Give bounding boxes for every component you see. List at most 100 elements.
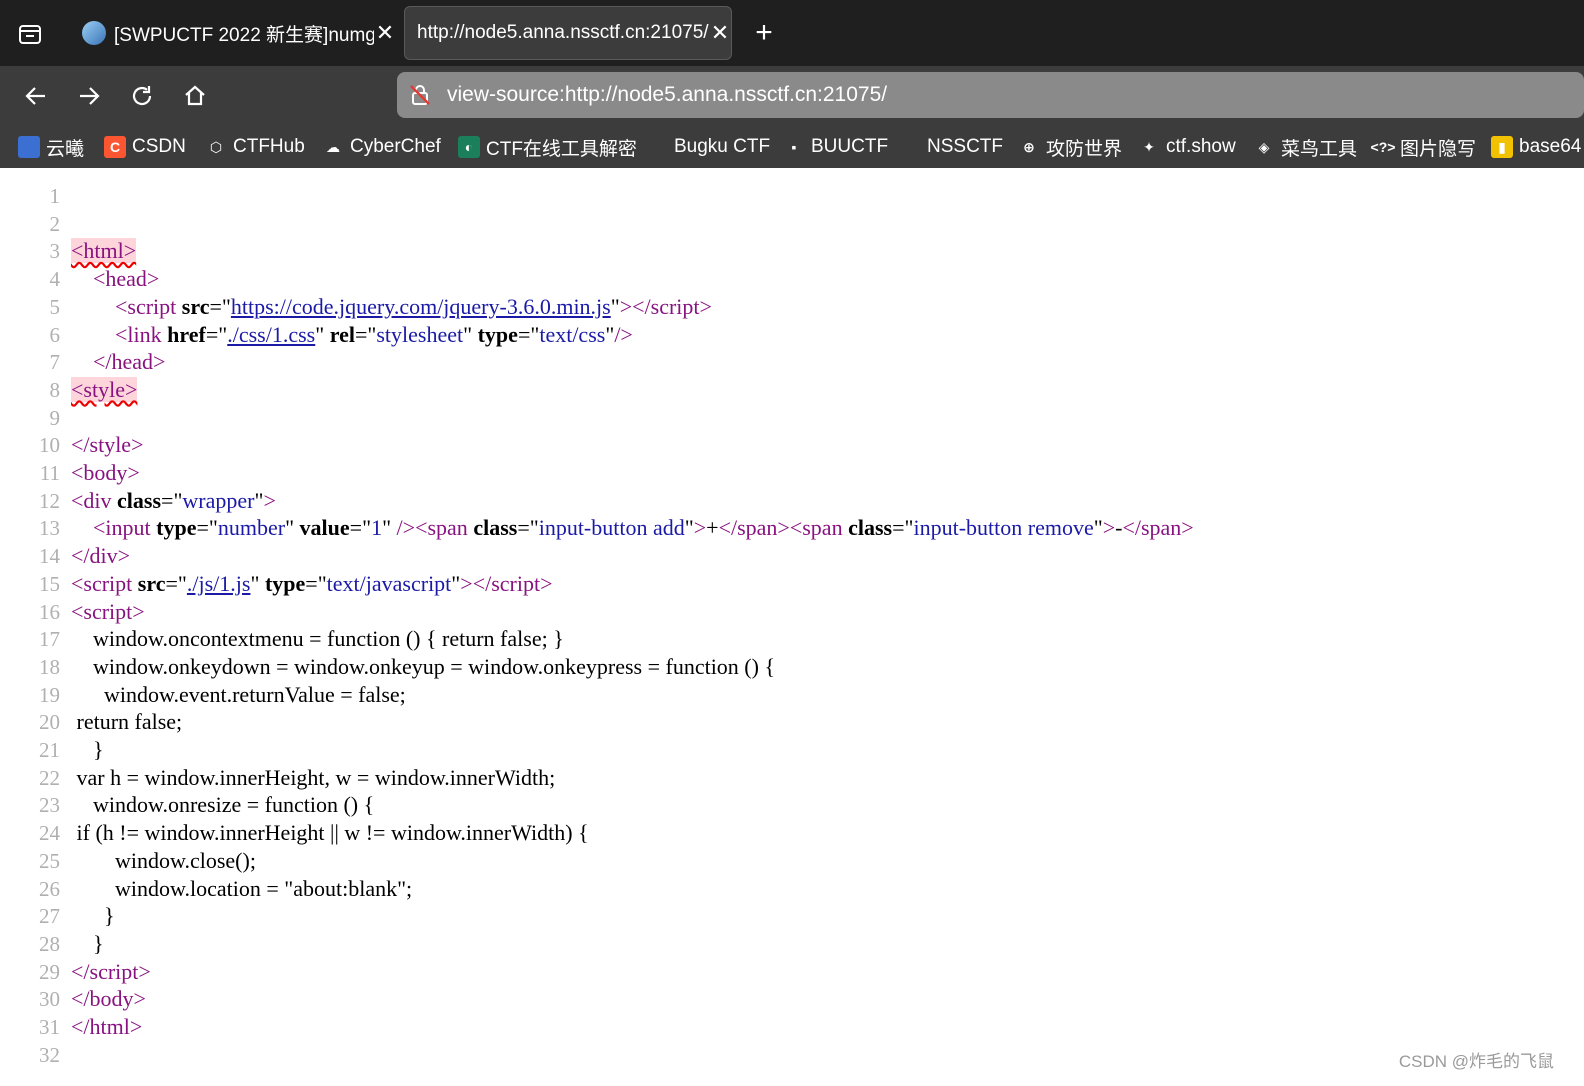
line-number: 25 [39,848,60,873]
bookmark-9[interactable]: ✦ ctf.show [1138,126,1236,168]
tab-view-source[interactable]: http://node5.anna.nssctf.cn:21075/ ✕ [404,6,732,60]
line-number: 5 [49,294,61,319]
source-line: 32 [0,1041,1584,1069]
line-code: </body> [71,986,146,1012]
not-secure-icon[interactable] [407,82,433,108]
source-line: 19 window.event.returnValue = false; [0,681,1584,709]
line-code: window.onkeydown = window.onkeyup = wind… [71,653,776,679]
ctf-tools-icon: ◐ [458,136,480,158]
bookmark-8[interactable]: ⊕ 攻防世界 [1018,126,1122,168]
bookmark-10[interactable]: ◈ 菜鸟工具 [1253,126,1357,168]
source-line: 7 </head> [0,348,1584,376]
bookmark-label: base64 [1519,136,1582,157]
base64-icon: ▮ [1491,136,1513,158]
line-code: } [71,903,115,929]
source-line: 22 var h = window.innerHeight, w = windo… [0,764,1584,792]
address-bar[interactable]: view-source:http://node5.anna.nssctf.cn:… [397,72,1584,118]
bookmark-7[interactable]: NSSCTF [899,126,1003,168]
line-number: 11 [39,461,60,485]
bookmark-11[interactable]: <?> 图片隐写 [1371,126,1476,168]
bookmarks-bar: 云曦 C CSDN ⬡ CTFHub ☁ CyberChef ◐ CTF在线工具解密 Bugku … [0,126,1584,168]
home-icon[interactable] [179,80,211,112]
source-line: 1 [0,182,1584,210]
line-code: <script src="https://code.jquery.com/jqu… [115,293,712,319]
bookmark-2[interactable]: ⬡ CTFHub [205,126,305,168]
bookmark-label: CyberChef [350,136,441,157]
bookmark-4[interactable]: ◐ CTF在线工具解密 [458,126,637,168]
line-code: window.location = "about:blank"; [71,875,413,901]
line-code: </div> [71,543,131,569]
watermark: CSDN @炸毛的飞鼠 [1398,1052,1554,1071]
source-line: 26 window.location = "about:blank"; [0,875,1584,903]
source-link[interactable]: ./js/1.js [187,571,251,596]
bookmark-5[interactable]: Bugku CTF [646,126,770,168]
cyberchef-icon: ☁ [322,136,344,158]
line-code: <html> [71,238,137,264]
source-line: 16 <script> [0,598,1584,626]
source-line: 24 if (h != window.innerHeight || w != w… [0,819,1584,847]
bookmark-12[interactable]: ▮ base64 [1491,126,1581,168]
line-number: 15 [39,571,60,596]
line-code: <script> [71,598,145,624]
line-number: 26 [39,876,60,901]
ctfhub-icon: ⬡ [205,136,227,158]
line-number: 10 [39,433,60,458]
bookmark-1[interactable]: C CSDN [104,126,186,168]
tab-actions-icon[interactable] [14,18,46,50]
line-code: window.close(); [71,847,256,873]
source-line: 21 } [0,736,1584,764]
runoob-icon: ◈ [1253,136,1275,158]
back-icon[interactable] [20,80,52,112]
line-number: 23 [39,793,60,818]
bookmark-label: Bugku CTF [674,136,771,157]
line-number: 19 [39,682,60,707]
source-link[interactable]: ./css/1.css [227,322,315,347]
line-number: 30 [39,987,60,1012]
line-code: <head> [93,266,160,292]
source-line: 9 [0,404,1584,432]
source-link[interactable]: https://code.jquery.com/jquery-3.6.0.min… [231,294,611,319]
line-number: 6 [49,322,61,347]
line-number: 22 [39,765,60,790]
line-code: <body> [71,460,140,485]
line-number: 28 [39,931,60,956]
bookmark-label: CTF在线工具解密 [486,138,637,160]
line-number: 8 [49,377,61,402]
url-text[interactable]: view-source:http://node5.anna.nssctf.cn:… [447,83,887,107]
line-number: 2 [49,211,61,236]
new-tab-icon[interactable]: + [748,16,780,50]
line-code: window.event.returnValue = false; [71,681,406,707]
line-code: </script> [71,958,151,984]
tab-numgame[interactable]: [SWPUCTF 2022 新生赛]numgame ✕ [66,6,396,60]
line-code: if (h != window.innerHeight || w != wind… [71,820,589,846]
bookmark-label: CTFHub [233,136,305,157]
reload-icon[interactable] [126,80,158,112]
line-number: 12 [39,488,60,513]
line-number: 32 [39,1042,60,1067]
tab-title: [SWPUCTF 2022 新生赛]numgame [114,24,374,46]
close-tab-icon[interactable]: ✕ [709,20,731,46]
globe-icon: ⊕ [1018,136,1040,158]
source-line: 25 window.close(); [0,847,1584,875]
source-line: 6 <link href="./css/1.css" rel="styleshe… [0,321,1584,349]
bookmark-label: CSDN [132,136,186,157]
line-code: return false; [71,709,183,735]
bookmark-6[interactable]: ▪ BUUCTF [783,126,888,168]
navigation-bar: view-source:http://node5.anna.nssctf.cn:… [0,66,1584,126]
bookmark-3[interactable]: ☁ CyberChef [322,126,441,168]
source-line: 18 window.onkeydown = window.onkeyup = w… [0,653,1584,681]
forward-icon[interactable] [73,80,105,112]
line-code: window.oncontextmenu = function () { ret… [71,626,564,652]
line-code: </head> [93,349,166,375]
nssctf-favicon-icon [82,21,106,45]
source-line: 17 window.oncontextmenu = function () { … [0,625,1584,653]
line-number: 4 [49,267,61,292]
source-line: 30 </body> [0,985,1584,1013]
bookmark-label: 云曦 [46,138,85,160]
source-line: 29 </script> [0,958,1584,986]
bookmark-0[interactable]: 云曦 [18,126,84,168]
source-line: 31 </html> [0,1013,1584,1041]
close-tab-icon[interactable]: ✕ [374,20,396,46]
line-number: 27 [39,904,60,929]
line-code: window.onresize = function () { [71,792,375,818]
